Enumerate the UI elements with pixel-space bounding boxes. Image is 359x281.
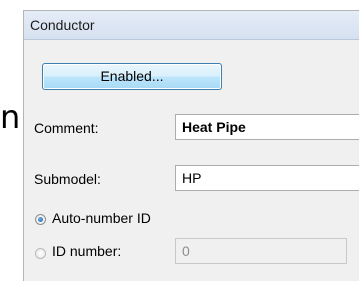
partial-text-fragment: n xyxy=(0,98,21,136)
auto-number-radio[interactable] xyxy=(35,214,46,225)
auto-number-label[interactable]: Auto-number ID xyxy=(52,210,151,226)
panel-title: Conductor xyxy=(24,11,359,40)
id-number-label[interactable]: ID number: xyxy=(52,243,121,259)
comment-label: Comment: xyxy=(34,120,99,136)
comment-field[interactable] xyxy=(175,114,359,140)
enabled-button[interactable]: Enabled... xyxy=(42,63,222,90)
id-number-radio[interactable] xyxy=(35,248,46,259)
submodel-field[interactable] xyxy=(175,165,359,191)
id-number-field[interactable] xyxy=(175,238,347,264)
conductor-panel: Conductor Enabled... Comment: Submodel: … xyxy=(23,10,359,281)
submodel-label: Submodel: xyxy=(34,171,101,187)
